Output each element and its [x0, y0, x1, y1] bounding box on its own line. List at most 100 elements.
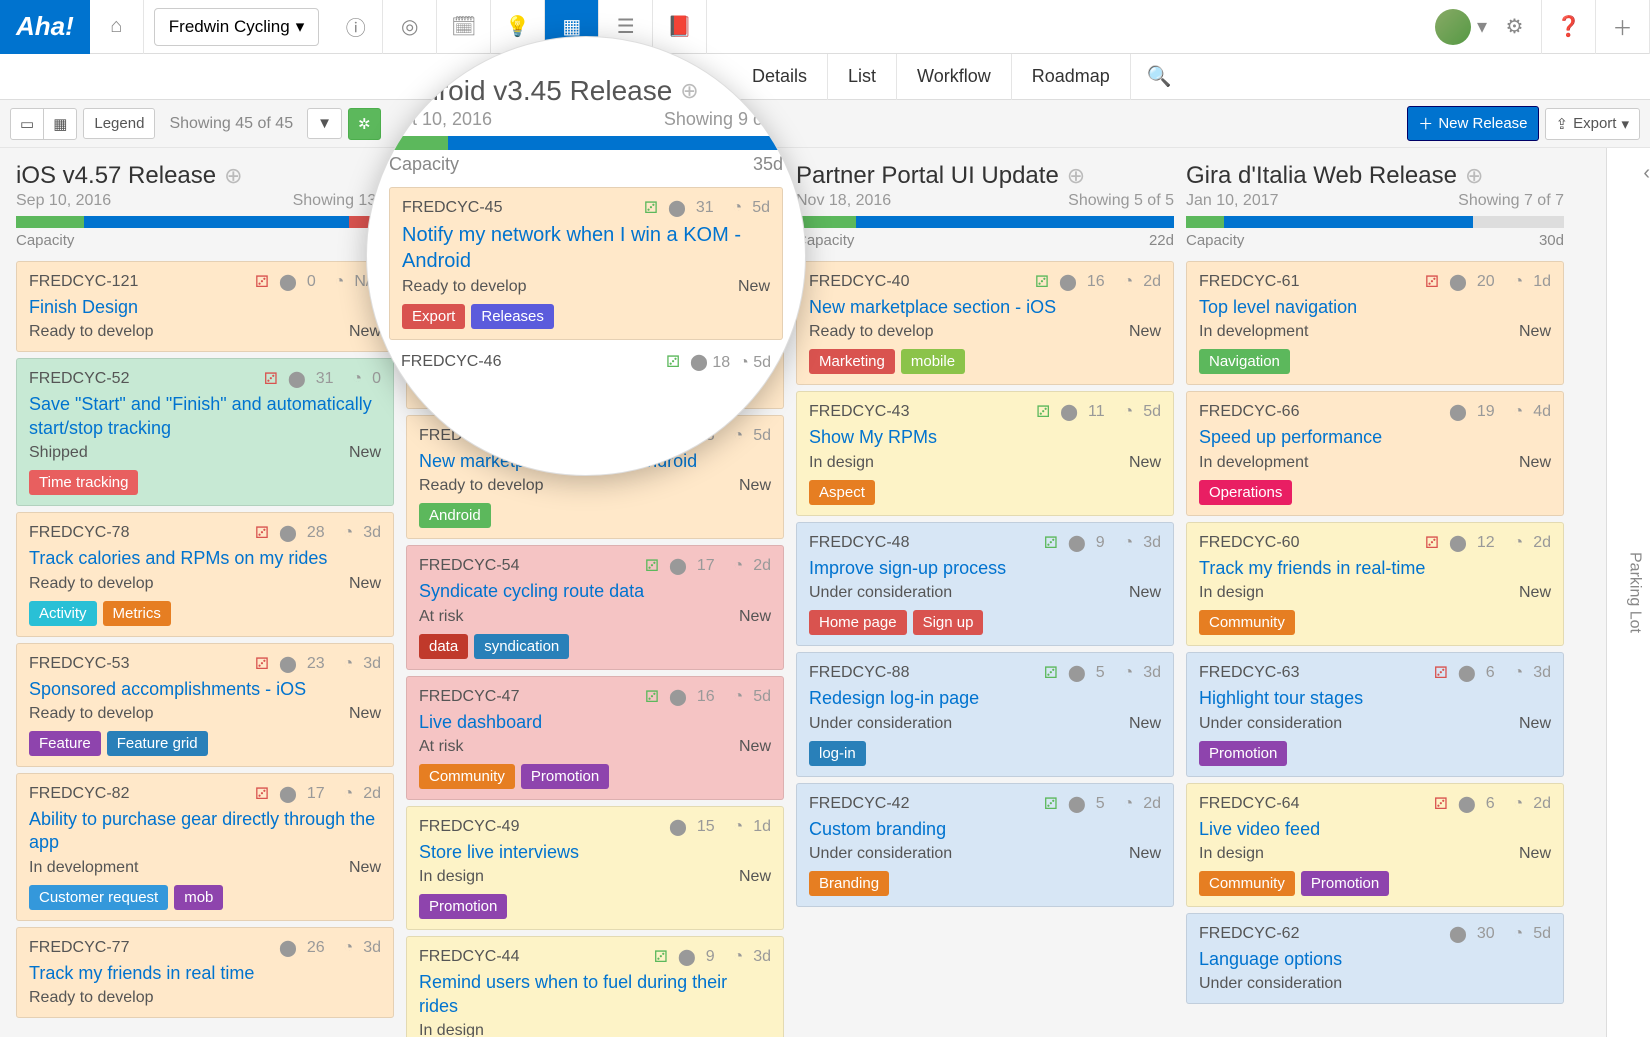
tab-list[interactable]: List	[828, 54, 897, 100]
card-metrics: ⚂ ⬤ 0 ◔ N/A	[255, 272, 381, 292]
feature-card[interactable]: FREDCYC-53 ⚂ ⬤ 23 ◔ 3d Sponsored accompl…	[16, 643, 394, 767]
feature-card[interactable]: FREDCYC-43 ⚂ ⬤ 11 ◔ 5d Show My RPMs In d…	[796, 391, 1174, 515]
tag[interactable]: Feature	[29, 731, 101, 756]
feature-card[interactable]: FREDCYC-40 ⚂ ⬤ 16 ◔ 2d New marketplace s…	[796, 261, 1174, 385]
legend-button[interactable]: Legend	[83, 108, 155, 139]
add-feature-icon[interactable]: ⊕	[1465, 163, 1483, 189]
feature-card[interactable]: FREDCYC-78 ⚂ ⬤ 28 ◔ 3d Track calories an…	[16, 512, 394, 636]
view-grid-icon[interactable]: ▦	[43, 108, 77, 140]
tag[interactable]: Promotion	[521, 764, 609, 789]
gear-icon[interactable]: ⚙	[1488, 0, 1542, 54]
new-release-button[interactable]: ＋ New Release	[1407, 106, 1538, 141]
tag[interactable]: mobile	[901, 349, 965, 374]
parking-lot-toggle[interactable]: Parking Lot	[1606, 148, 1650, 1037]
tag[interactable]: Feature grid	[107, 731, 208, 756]
tag[interactable]: Community	[419, 764, 515, 789]
card-state: New	[1129, 715, 1161, 733]
card-state: New	[349, 859, 381, 877]
tab-details[interactable]: Details	[732, 54, 828, 100]
card-title: Live video feed	[1199, 818, 1551, 841]
feature-card[interactable]: FREDCYC-48 ⚂ ⬤ 9 ◔ 3d Improve sign-up pr…	[796, 522, 1174, 646]
card-state: New	[1129, 845, 1161, 863]
feature-card[interactable]: FREDCYC-77 ⬤ 26 ◔ 3d Track my friends in…	[16, 927, 394, 1018]
tab-roadmap[interactable]: Roadmap	[1012, 54, 1131, 100]
card-state: New	[1519, 715, 1551, 733]
search-input[interactable]: 🔍	[1131, 64, 1650, 89]
notebook-icon[interactable]: 📕	[653, 0, 707, 54]
feature-card[interactable]: FREDCYC-60 ⚂ ⬤ 12 ◔ 2d Track my friends …	[1186, 522, 1564, 646]
user-menu[interactable]: ▾	[1434, 0, 1488, 54]
tag[interactable]: syndication	[474, 634, 569, 659]
view-card-icon[interactable]: ▭	[10, 108, 44, 140]
feature-card[interactable]: FREDCYC-62 ⬤ 30 ◔ 5d Language options Un…	[1186, 913, 1564, 1004]
help-icon[interactable]: ❓	[1542, 0, 1596, 54]
settings-gear-icon[interactable]: ✲	[348, 108, 381, 140]
card-id: FREDCYC-52	[29, 370, 129, 388]
tag[interactable]: Aspect	[809, 480, 875, 505]
capacity-value: 22d	[1149, 232, 1174, 249]
feature-card[interactable]: FREDCYC-47 ⚂ ⬤ 16 ◔ 5d Live dashboard At…	[406, 676, 784, 800]
column-date: Sep 10, 2016	[16, 192, 111, 210]
tag[interactable]: Operations	[1199, 480, 1292, 505]
card-title: New marketplace section - iOS	[809, 296, 1161, 319]
card-id: FREDCYC-40	[809, 273, 909, 291]
tag[interactable]: Activity	[29, 601, 97, 626]
feature-card[interactable]: FREDCYC-61 ⚂ ⬤ 20 ◔ 1d Top level navigat…	[1186, 261, 1564, 385]
tag[interactable]: Android	[419, 503, 491, 528]
logo[interactable]: Aha!	[0, 0, 90, 54]
feature-card[interactable]: FREDCYC-45 ⚂ ⬤ 31 ◔ 5d Notify my network…	[389, 187, 783, 340]
feature-card[interactable]: FREDCYC-44 ⚂ ⬤ 9 ◔ 3d Remind users when …	[406, 936, 784, 1037]
tag[interactable]: Branding	[809, 871, 889, 896]
points-icon: ⬤	[1068, 663, 1086, 683]
feature-card[interactable]: FREDCYC-64 ⚂ ⬤ 6 ◔ 2d Live video feed In…	[1186, 783, 1564, 907]
feature-card[interactable]: FREDCYC-42 ⚂ ⬤ 5 ◔ 2d Custom branding Un…	[796, 783, 1174, 907]
top-nav: Aha! ⌂ Fredwin Cycling ▾ ⓘ ◎ 🗓 💡 ▦ ☰ 📕 ▾…	[0, 0, 1650, 54]
tag[interactable]: Home page	[809, 610, 907, 635]
tags: Navigation	[1199, 349, 1551, 374]
tag[interactable]: Customer request	[29, 885, 168, 910]
feature-card[interactable]: FREDCYC-52 ⚂ ⬤ 31 ◔ 0 Save "Start" and "…	[16, 358, 394, 506]
card-status: At risk	[419, 608, 463, 626]
feature-card[interactable]: FREDCYC-88 ⚂ ⬤ 5 ◔ 3d Redesign log-in pa…	[796, 652, 1174, 776]
feature-card[interactable]: FREDCYC-121 ⚂ ⬤ 0 ◔ N/A Finish Design Re…	[16, 261, 394, 352]
add-feature-icon[interactable]: ⊕	[224, 163, 242, 189]
hierarchy-icon: ⚂	[255, 272, 269, 292]
tag[interactable]: data	[419, 634, 468, 659]
tag[interactable]: Navigation	[1199, 349, 1290, 374]
tag[interactable]: Community	[1199, 871, 1295, 896]
add-feature-icon[interactable]: ⊕	[680, 78, 698, 104]
add-feature-icon[interactable]: ⊕	[1067, 163, 1085, 189]
feature-card[interactable]: FREDCYC-63 ⚂ ⬤ 6 ◔ 3d Highlight tour sta…	[1186, 652, 1564, 776]
filter-icon[interactable]: ▼	[307, 108, 342, 139]
home-icon[interactable]: ⌂	[90, 0, 144, 54]
tag[interactable]: log-in	[809, 741, 866, 766]
tag[interactable]: Community	[1199, 610, 1295, 635]
target-icon[interactable]: ◎	[383, 0, 437, 54]
product-selector[interactable]: Fredwin Cycling ▾	[154, 8, 319, 46]
points-icon: ⬤	[1449, 402, 1467, 422]
tag[interactable]: Releases	[471, 304, 554, 329]
card-id: FREDCYC-54	[419, 557, 519, 575]
tag[interactable]: Marketing	[809, 349, 895, 374]
feature-card[interactable]: FREDCYC-82 ⚂ ⬤ 17 ◔ 2d Ability to purcha…	[16, 773, 394, 921]
feature-card[interactable]: FREDCYC-66 ⬤ 19 ◔ 4d Speed up performanc…	[1186, 391, 1564, 515]
tag[interactable]: Promotion	[1199, 741, 1287, 766]
tag[interactable]: Export	[402, 304, 465, 329]
clock-icon: ◔	[335, 273, 345, 291]
card-state: New	[349, 575, 381, 593]
calendar-icon[interactable]: 🗓	[437, 0, 491, 54]
export-button[interactable]: ⇪ Export ▾	[1545, 108, 1640, 140]
tab-workflow[interactable]: Workflow	[897, 54, 1012, 100]
tag[interactable]: Promotion	[1301, 871, 1389, 896]
feature-card[interactable]: FREDCYC-54 ⚂ ⬤ 17 ◔ 2d Syndicate cycling…	[406, 545, 784, 669]
tag[interactable]: Time tracking	[29, 470, 138, 495]
sub-nav: Details List Workflow Roadmap 🔍	[0, 54, 1650, 100]
tag[interactable]: Promotion	[419, 894, 507, 919]
tag[interactable]: Sign up	[913, 610, 984, 635]
feature-card[interactable]: FREDCYC-49 ⬤ 15 ◔ 1d Store live intervie…	[406, 806, 784, 930]
info-icon[interactable]: ⓘ	[329, 0, 383, 54]
card-metrics: ⚂ ⬤ 16 ◔ 2d	[1035, 272, 1161, 292]
tag[interactable]: mob	[174, 885, 223, 910]
plus-icon[interactable]: ＋	[1596, 0, 1650, 54]
tag[interactable]: Metrics	[103, 601, 171, 626]
